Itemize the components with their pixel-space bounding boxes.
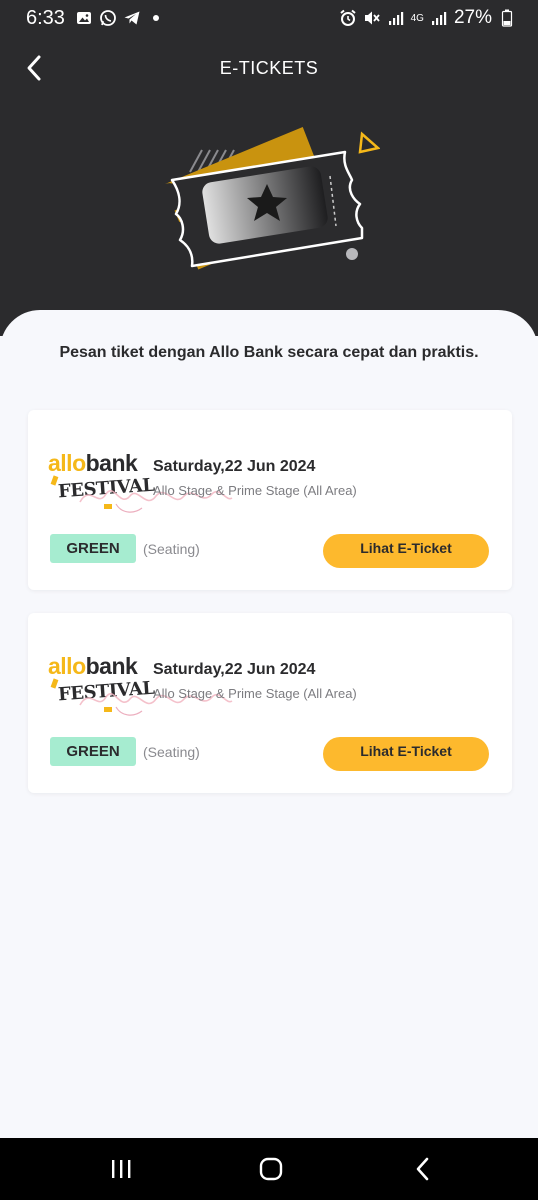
event-date: Saturday,22 Jun 2024 xyxy=(153,661,316,678)
status-bar: 6:33 4G 27% xyxy=(0,0,538,36)
event-venue: Allo Stage & Prime Stage (All Area) xyxy=(153,483,357,498)
seating-label: (Seating) xyxy=(143,744,200,760)
logo-allobank: allobank xyxy=(48,450,138,476)
home-button[interactable] xyxy=(256,1154,286,1184)
recent-apps-button[interactable] xyxy=(106,1154,136,1184)
system-icons: 4G 27% xyxy=(339,7,516,29)
event-venue: Allo Stage & Prime Stage (All Area) xyxy=(153,686,357,701)
page-title: E-TICKETS xyxy=(219,58,319,78)
gallery-icon xyxy=(75,9,93,27)
tagline: Pesan tiket dengan Allo Bank secara cepa… xyxy=(59,344,479,361)
ticket-star-illustration xyxy=(165,127,380,270)
signal-icon xyxy=(430,9,448,27)
logo-bank-text: bank xyxy=(85,450,138,476)
event-date: Saturday,22 Jun 2024 xyxy=(153,458,316,475)
notification-icons xyxy=(75,9,165,27)
network-type: 4G xyxy=(410,12,424,24)
mute-icon xyxy=(363,9,381,27)
content-panel: Pesan tiket dengan Allo Bank secara cepa… xyxy=(0,310,538,1138)
logo-allo-text: allo xyxy=(48,450,86,476)
status-time: 6:33 xyxy=(26,6,65,29)
dot-icon xyxy=(147,9,165,27)
ticket-card: allobank FESTIVAL Saturday,22 Jun 2024 A… xyxy=(28,410,512,590)
recent-apps-icon xyxy=(112,1160,131,1178)
view-e-ticket-button[interactable]: Lihat E-Ticket xyxy=(323,737,489,771)
alarm-icon xyxy=(339,9,357,27)
battery-icon xyxy=(498,9,516,27)
logo-allo-text: allo xyxy=(48,653,86,679)
header: E-TICKETS xyxy=(0,36,538,336)
home-icon xyxy=(259,1157,283,1181)
logo-bank-text: bank xyxy=(85,653,138,679)
category-badge: GREEN xyxy=(50,737,136,766)
system-back-button[interactable] xyxy=(408,1154,438,1184)
signal-icon xyxy=(387,9,405,27)
back-icon xyxy=(416,1157,429,1181)
telegram-icon xyxy=(123,9,141,27)
logo-allobank: allobank xyxy=(48,653,138,679)
whatsapp-icon xyxy=(99,9,117,27)
system-nav-bar xyxy=(0,1138,538,1200)
battery-percent: 27% xyxy=(453,7,492,28)
ticket-card: allobank FESTIVAL Saturday,22 Jun 2024 A… xyxy=(28,613,512,793)
view-e-ticket-button[interactable]: Lihat E-Ticket xyxy=(323,534,489,568)
category-badge: GREEN xyxy=(50,534,136,563)
seating-label: (Seating) xyxy=(143,541,200,557)
